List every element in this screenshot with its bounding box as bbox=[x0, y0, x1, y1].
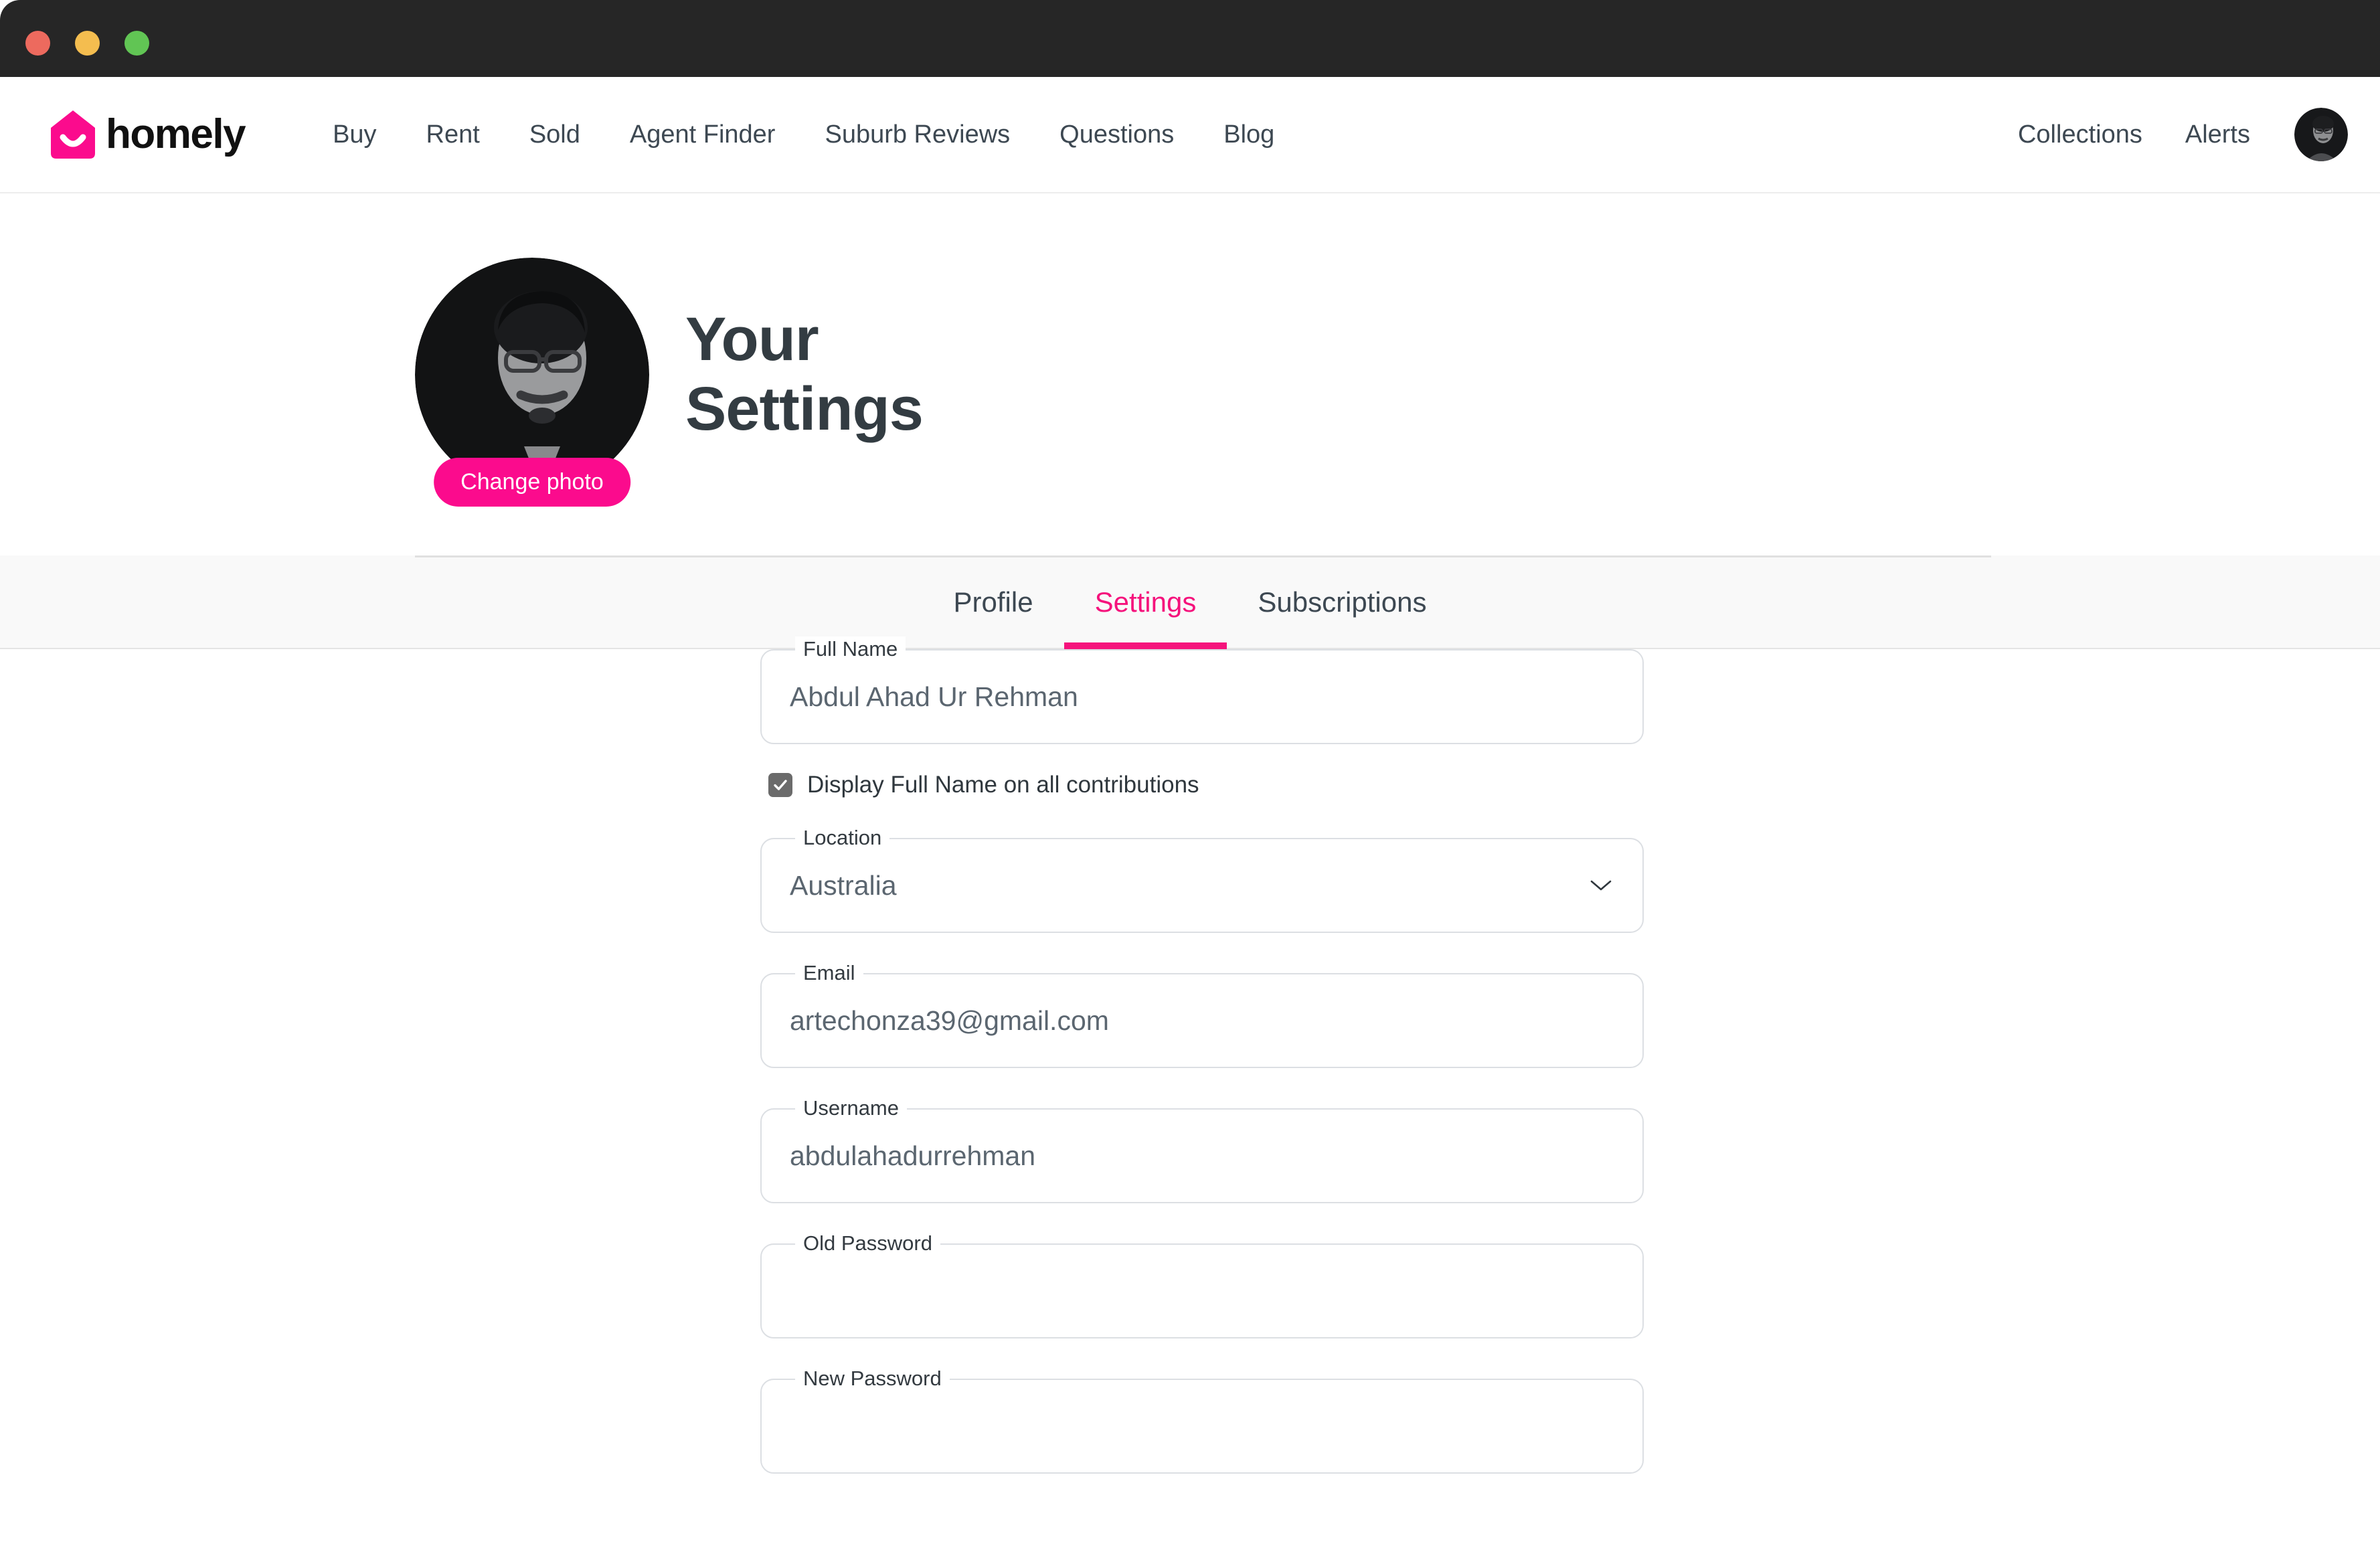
profile-hero: Change photo Your Settings bbox=[0, 193, 2380, 555]
tab-settings[interactable]: Settings bbox=[1064, 555, 1227, 649]
nav-item-agent-finder[interactable]: Agent Finder bbox=[605, 112, 800, 157]
tab-subscriptions[interactable]: Subscriptions bbox=[1227, 555, 1457, 649]
chevron-down-icon[interactable] bbox=[1588, 877, 1614, 893]
nav-item-suburb-reviews[interactable]: Suburb Reviews bbox=[800, 112, 1035, 157]
page-title-line2: Settings bbox=[685, 374, 924, 443]
email-field[interactable]: Email artechonza39@gmail.com bbox=[760, 960, 1644, 1068]
old-password-field[interactable]: Old Password bbox=[760, 1231, 1644, 1338]
house-logo-icon bbox=[51, 110, 95, 159]
navbar-avatar[interactable] bbox=[2294, 108, 2348, 161]
display-full-name-row[interactable]: Display Full Name on all contributions bbox=[768, 770, 1644, 800]
display-full-name-checkbox[interactable] bbox=[768, 773, 792, 797]
homely-logo-link[interactable]: homely bbox=[51, 110, 246, 159]
location-value: Australia bbox=[790, 869, 897, 901]
nav-item-questions[interactable]: Questions bbox=[1035, 112, 1199, 157]
username-value: abdulahadurrehman bbox=[790, 1140, 1035, 1171]
secondary-nav: Collections Alerts bbox=[1996, 108, 2380, 161]
nav-item-collections[interactable]: Collections bbox=[1996, 112, 2164, 157]
email-value: artechonza39@gmail.com bbox=[790, 1005, 1109, 1036]
tab-list: Profile Settings Subscriptions bbox=[0, 555, 2380, 649]
display-full-name-label: Display Full Name on all contributions bbox=[807, 772, 1199, 798]
brand-wordmark: homely bbox=[106, 111, 246, 157]
location-field[interactable]: Location Australia bbox=[760, 825, 1644, 933]
profile-avatar-wrapper: Change photo bbox=[415, 257, 649, 507]
close-button[interactable] bbox=[25, 31, 50, 56]
old-password-value bbox=[790, 1243, 1570, 1338]
tab-profile[interactable]: Profile bbox=[923, 555, 1064, 649]
change-photo-button[interactable]: Change photo bbox=[434, 457, 630, 507]
primary-nav: Buy Rent Sold Agent Finder Suburb Review… bbox=[308, 112, 1299, 157]
settings-form: Full Name Abdul Ahad Ur Rehman Display F… bbox=[760, 636, 1644, 1514]
nav-item-sold[interactable]: Sold bbox=[505, 112, 605, 157]
traffic-light-buttons bbox=[25, 31, 149, 56]
nav-item-buy[interactable]: Buy bbox=[308, 112, 401, 157]
main-navbar: homely Buy Rent Sold Agent Finder Suburb… bbox=[0, 77, 2380, 193]
window-titlebar bbox=[0, 0, 2380, 77]
full-name-value: Abdul Ahad Ur Rehman bbox=[790, 681, 1078, 712]
profile-hero-inner: Change photo Your Settings bbox=[415, 193, 924, 555]
profile-tabbar: Profile Settings Subscriptions bbox=[0, 555, 2380, 649]
full-name-field[interactable]: Full Name Abdul Ahad Ur Rehman bbox=[760, 636, 1644, 744]
minimize-button[interactable] bbox=[75, 31, 100, 56]
maximize-button[interactable] bbox=[124, 31, 149, 56]
new-password-field[interactable]: New Password bbox=[760, 1366, 1644, 1474]
profile-avatar bbox=[415, 257, 649, 492]
new-password-value bbox=[790, 1379, 1570, 1474]
nav-item-rent[interactable]: Rent bbox=[402, 112, 505, 157]
username-field[interactable]: Username abdulahadurrehman bbox=[760, 1096, 1644, 1203]
page-title-line1: Your bbox=[685, 305, 819, 374]
page-title: Your Settings bbox=[685, 305, 924, 443]
nav-item-blog[interactable]: Blog bbox=[1199, 112, 1299, 157]
nav-item-alerts[interactable]: Alerts bbox=[2164, 112, 2272, 157]
